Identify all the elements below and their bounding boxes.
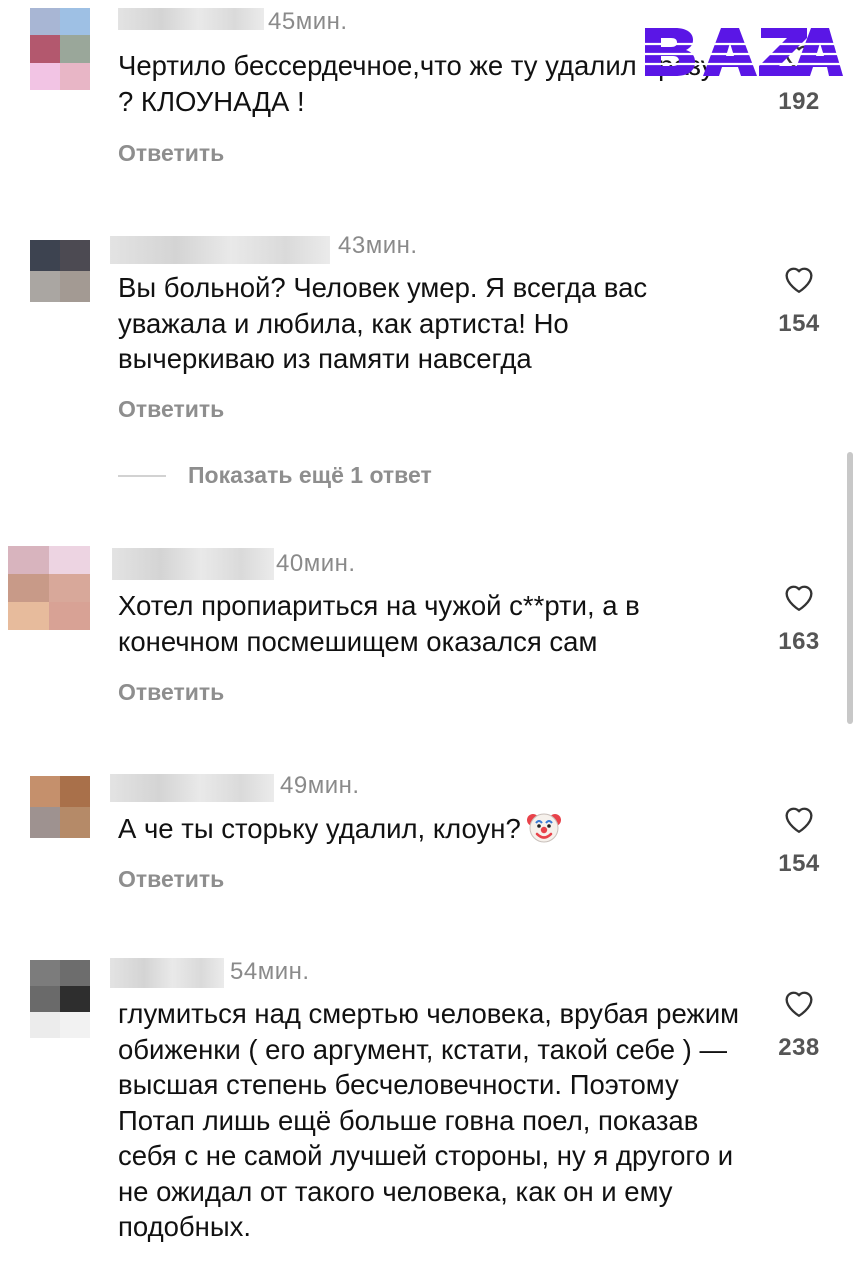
like-count: 163 (778, 628, 820, 655)
avatar[interactable] (30, 240, 90, 302)
avatar[interactable] (8, 546, 90, 630)
like-count: 192 (778, 88, 820, 115)
username-blurred[interactable] (110, 236, 330, 264)
divider-line (118, 474, 166, 477)
username-blurred[interactable] (118, 8, 264, 30)
comment-text: Вы больной? Человек умер. Я всегда вас у… (118, 272, 648, 374)
comment-text-content: А че ты сторьку удалил, клоун? (118, 813, 521, 844)
like-button[interactable]: 154 (774, 802, 824, 878)
comment-text: А че ты сторьку удалил, клоун? (118, 810, 738, 847)
comment-time: 40мин. (276, 550, 356, 577)
reply-button[interactable]: Ответить (118, 679, 224, 706)
username-blurred[interactable] (110, 774, 274, 802)
comment-text: Хотел пропиариться на чужой с**рти, а в … (118, 590, 640, 657)
like-button[interactable]: 238 (774, 986, 824, 1062)
comment-text: глумиться над смертью человека, врубая р… (118, 998, 740, 1242)
heart-icon (785, 585, 813, 611)
username-blurred[interactable] (110, 958, 224, 988)
heart-icon (785, 807, 813, 833)
clown-face-icon (526, 813, 561, 843)
baza-logo (641, 28, 843, 76)
like-button[interactable]: 154 (774, 262, 824, 338)
avatar[interactable] (30, 8, 90, 90)
like-count: 154 (778, 850, 820, 877)
comment-time: 54мин. (230, 958, 310, 985)
comment-time: 49мин. (280, 772, 360, 799)
reply-button[interactable]: Ответить (118, 140, 224, 167)
show-more-replies[interactable]: Показать ещё 1 ответ (118, 462, 432, 489)
like-count: 238 (778, 1034, 820, 1061)
scrollbar[interactable] (847, 452, 853, 724)
username-blurred[interactable] (112, 548, 274, 580)
avatar[interactable] (30, 776, 90, 838)
comment-time: 45мин. (268, 8, 348, 35)
show-more-label: Показать ещё 1 ответ (188, 462, 432, 488)
like-button[interactable]: 163 (774, 580, 824, 656)
heart-icon (785, 267, 813, 293)
reply-button[interactable]: Ответить (118, 866, 224, 893)
heart-icon (785, 991, 813, 1017)
reply-button[interactable]: Ответить (118, 396, 224, 423)
comment-text: Чертило бессердечное,что же ту удалил ср… (118, 50, 715, 117)
comment-time: 43мин. (338, 232, 418, 259)
like-count: 154 (778, 310, 820, 337)
avatar[interactable] (30, 960, 90, 1038)
